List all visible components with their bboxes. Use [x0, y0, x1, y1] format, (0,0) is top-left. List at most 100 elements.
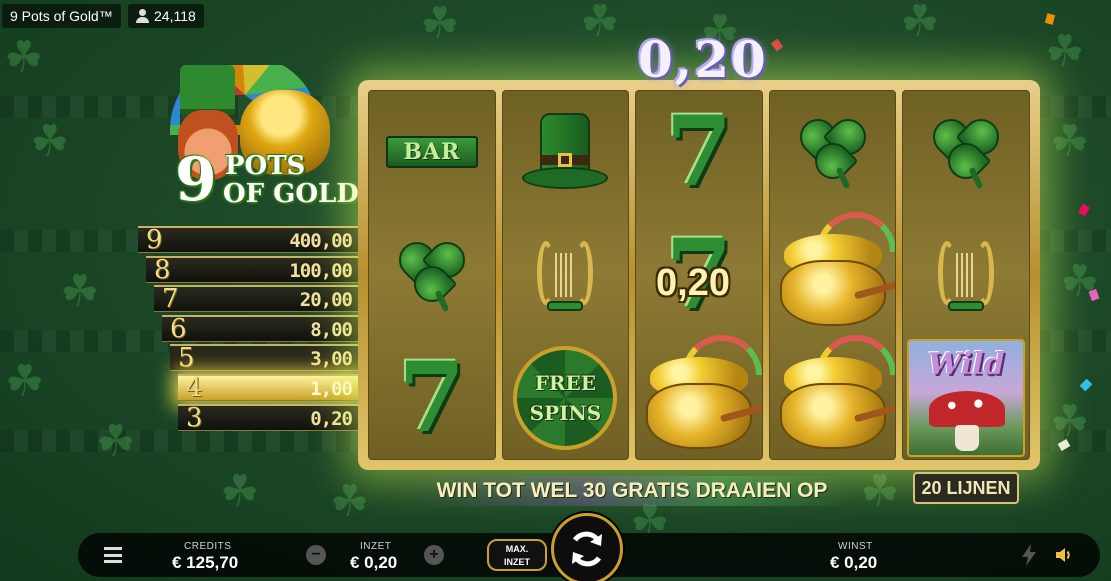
- clover-symbol: [391, 234, 473, 313]
- increase-bet-button[interactable]: +: [424, 545, 444, 565]
- seven-symbol: 7: [665, 95, 733, 209]
- paytable-count: 3: [186, 402, 203, 433]
- clover-icon: ☘: [60, 266, 100, 317]
- paytable-value: 1,00: [310, 377, 353, 400]
- clover-icon: ☘: [900, 0, 940, 47]
- clover-icon: ☘: [1045, 26, 1085, 77]
- paytable-value: 0,20: [310, 407, 353, 430]
- reel-5: Wild: [902, 90, 1030, 460]
- user-icon: [136, 9, 149, 23]
- paytable: 9 400,00 8 100,00 7 20,00 6 8,00 5 3,00 …: [138, 225, 358, 433]
- wild-symbol: Wild: [907, 338, 1026, 457]
- paytable-count: 7: [162, 284, 179, 315]
- paytable-value: 20,00: [299, 289, 353, 312]
- paytable-count: 6: [170, 313, 187, 344]
- free-spins-line-2: SPINS: [529, 400, 602, 425]
- mushroom-icon: [929, 390, 1006, 427]
- reel-cell: [503, 214, 629, 337]
- sound-icon[interactable]: [1054, 545, 1074, 565]
- paytable-row: 8 100,00: [146, 254, 358, 285]
- bet-value: € 0,20: [350, 553, 398, 572]
- reel-cell: [369, 214, 495, 337]
- leprechaun-hat-icon: [180, 65, 235, 115]
- spin-button[interactable]: [551, 513, 623, 581]
- paytable-row-highlighted: 4 1,00: [178, 372, 358, 403]
- reel-cell: [903, 214, 1029, 337]
- paytable-row: 5 3,00: [170, 343, 358, 374]
- max-bet-line-2: INZET: [504, 557, 530, 567]
- clover-icon: ☘: [4, 32, 44, 83]
- confetti-piece: [1078, 203, 1090, 217]
- reel-4: [768, 90, 897, 460]
- clover-symbol: [792, 111, 874, 190]
- paytable-count: 5: [178, 343, 195, 374]
- bar-symbol: BAR: [385, 136, 478, 169]
- clover-icon: ☘: [5, 356, 45, 407]
- logo-number: 9: [175, 145, 217, 215]
- logo-line-1: POTS: [225, 151, 306, 181]
- harp-symbol: [533, 235, 597, 315]
- reel-cell: [770, 91, 896, 214]
- confetti-piece: [770, 38, 784, 52]
- credits-label: CREDITS: [184, 541, 232, 552]
- line-win-amount: 0,20: [656, 262, 730, 304]
- confetti-piece: [1044, 13, 1056, 25]
- reel-cell: BAR: [369, 91, 495, 214]
- confetti-piece: [1079, 378, 1093, 392]
- clover-icon: ☘: [860, 466, 900, 517]
- bet-label: INZET: [360, 541, 392, 552]
- seven-symbol: 7: [398, 340, 466, 454]
- paytable-row: 9 400,00: [138, 225, 358, 255]
- clover-icon: ☘: [580, 0, 620, 47]
- reel-cell: [770, 334, 896, 459]
- paytable-row: 7 20,00: [154, 284, 358, 315]
- paytable-row: 6 8,00: [162, 313, 358, 344]
- paytable-count: 4: [186, 372, 203, 403]
- clover-symbol: [925, 111, 1007, 190]
- win-label: WINST: [838, 541, 873, 552]
- harp-symbol: [934, 235, 998, 315]
- paytable-value: 8,00: [310, 318, 353, 341]
- paylines-badge: 20 LIJNEN: [913, 472, 1019, 504]
- leprechaun-hat-symbol: [522, 109, 609, 195]
- game-title-badge: 9 Pots of Gold™: [2, 4, 121, 28]
- free-spins-symbol: FREE SPINS: [513, 345, 618, 450]
- reel-cell: [770, 211, 896, 337]
- max-bet-line-1: MAX.: [505, 544, 529, 554]
- free-spins-line-1: FREE: [534, 370, 597, 395]
- game-logo: 9 POTS OF GOLD: [150, 55, 359, 220]
- reel-cell: 7: [636, 91, 762, 214]
- logo-line-2: OF GOLD: [223, 179, 359, 209]
- decrease-bet-button[interactable]: −: [306, 545, 326, 565]
- menu-icon[interactable]: [104, 547, 122, 563]
- pot-of-gold-symbol: [774, 211, 896, 334]
- player-count-badge: 24,118: [128, 4, 204, 28]
- paytable-count: 8: [154, 254, 171, 285]
- reel-cell: Wild: [903, 336, 1029, 459]
- total-win-display: 0,20: [638, 30, 768, 89]
- paytable-value: 3,00: [310, 348, 353, 371]
- reel-1: BAR 7: [368, 90, 496, 460]
- pot-of-gold-symbol: [774, 334, 896, 457]
- paytable-value: 100,00: [289, 259, 353, 282]
- max-bet-button[interactable]: MAX. INZET: [487, 539, 547, 571]
- credits-value: € 125,70: [172, 553, 239, 572]
- turbo-icon[interactable]: [1018, 543, 1040, 567]
- player-count: 24,118: [154, 8, 196, 24]
- wild-label: Wild: [927, 346, 1005, 382]
- paytable-row: 3 0,20: [178, 402, 358, 433]
- feature-marquee: WIN TOT WEL 30 GRATIS DRAAIEN OP: [412, 476, 852, 506]
- spin-icon: [572, 531, 602, 567]
- reel-cell: [503, 91, 629, 214]
- clover-icon: ☘: [420, 0, 460, 49]
- clover-icon: ☘: [96, 416, 136, 467]
- paytable-value: 400,00: [289, 230, 353, 252]
- reel-cell: [903, 91, 1029, 214]
- win-value: € 0,20: [830, 553, 878, 572]
- clover-icon: ☘: [1050, 116, 1090, 167]
- reel-2: FREE SPINS: [501, 90, 630, 460]
- clover-icon: ☘: [30, 116, 70, 167]
- clover-icon: ☘: [220, 466, 260, 517]
- clover-icon: ☘: [1050, 396, 1090, 447]
- reel-cell: FREE SPINS: [503, 336, 629, 459]
